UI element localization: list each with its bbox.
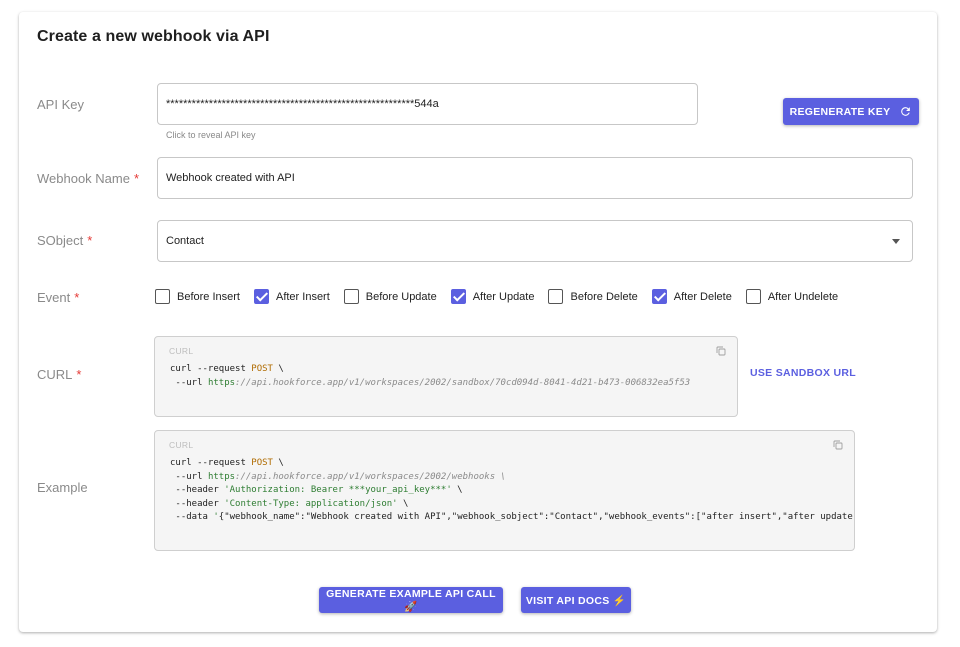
event-before-update[interactable]: Before Update bbox=[343, 289, 437, 304]
example-code-lines: curl --request POST \ --url https://api.… bbox=[170, 458, 855, 522]
use-sandbox-url-button[interactable]: USE SANDBOX URL bbox=[750, 367, 856, 379]
event-before-delete[interactable]: Before Delete bbox=[548, 289, 638, 304]
code-caption: CURL bbox=[169, 346, 194, 356]
event-after-insert[interactable]: After Insert bbox=[253, 289, 330, 304]
example-code-block[interactable]: CURL curl --request POST \ --url https:/… bbox=[154, 430, 855, 551]
refresh-icon bbox=[901, 107, 911, 116]
event-before-insert[interactable]: Before Insert bbox=[155, 289, 240, 304]
sobject-select[interactable]: Contact bbox=[157, 220, 913, 262]
checkbox[interactable] bbox=[343, 289, 359, 304]
webhook-name-label: Webhook Name * bbox=[37, 171, 140, 186]
api-key-input[interactable]: ****************************************… bbox=[157, 83, 698, 125]
example-label: Example bbox=[37, 480, 88, 495]
chevron-down-icon bbox=[892, 239, 900, 244]
card-title: Create a new webhook via API bbox=[37, 28, 270, 45]
regenerate-key-button[interactable]: REGENERATE KEY bbox=[783, 98, 919, 125]
checkbox-checked[interactable] bbox=[651, 289, 667, 304]
event-label: Event * bbox=[37, 290, 80, 305]
checkbox[interactable] bbox=[745, 289, 761, 304]
checkbox-checked[interactable] bbox=[450, 289, 466, 304]
webhook-card: Create a new webhook via API API Key ***… bbox=[19, 12, 937, 632]
code-caption: CURL bbox=[169, 440, 194, 450]
visit-api-docs-button[interactable]: VISIT API DOCS ⚡ bbox=[521, 587, 631, 613]
api-key-label: API Key bbox=[37, 97, 84, 112]
curl-label: CURL * bbox=[37, 367, 82, 382]
checkbox-checked[interactable] bbox=[253, 289, 269, 304]
webhook-name-input[interactable]: Webhook created with API bbox=[157, 157, 913, 199]
event-checkbox-group: Before Insert After Insert Before Update… bbox=[155, 289, 852, 304]
checkbox[interactable] bbox=[155, 289, 170, 304]
api-key-helper[interactable]: Click to reveal API key bbox=[166, 130, 256, 140]
checkbox[interactable] bbox=[548, 289, 564, 304]
curl-code-block[interactable]: CURL curl --request POST \ --url https:/… bbox=[154, 336, 738, 417]
event-after-delete[interactable]: After Delete bbox=[651, 289, 732, 304]
generate-example-api-call-button[interactable]: GENERATE EXAMPLE API CALL 🚀 bbox=[319, 587, 503, 613]
copy-icon[interactable] bbox=[832, 439, 844, 451]
sobject-label: SObject * bbox=[37, 233, 93, 248]
event-after-undelete[interactable]: After Undelete bbox=[745, 289, 838, 304]
curl-code-lines: curl --request POST \ --url https://api.… bbox=[170, 364, 691, 388]
event-after-update[interactable]: After Update bbox=[450, 289, 534, 304]
copy-icon[interactable] bbox=[715, 345, 727, 357]
